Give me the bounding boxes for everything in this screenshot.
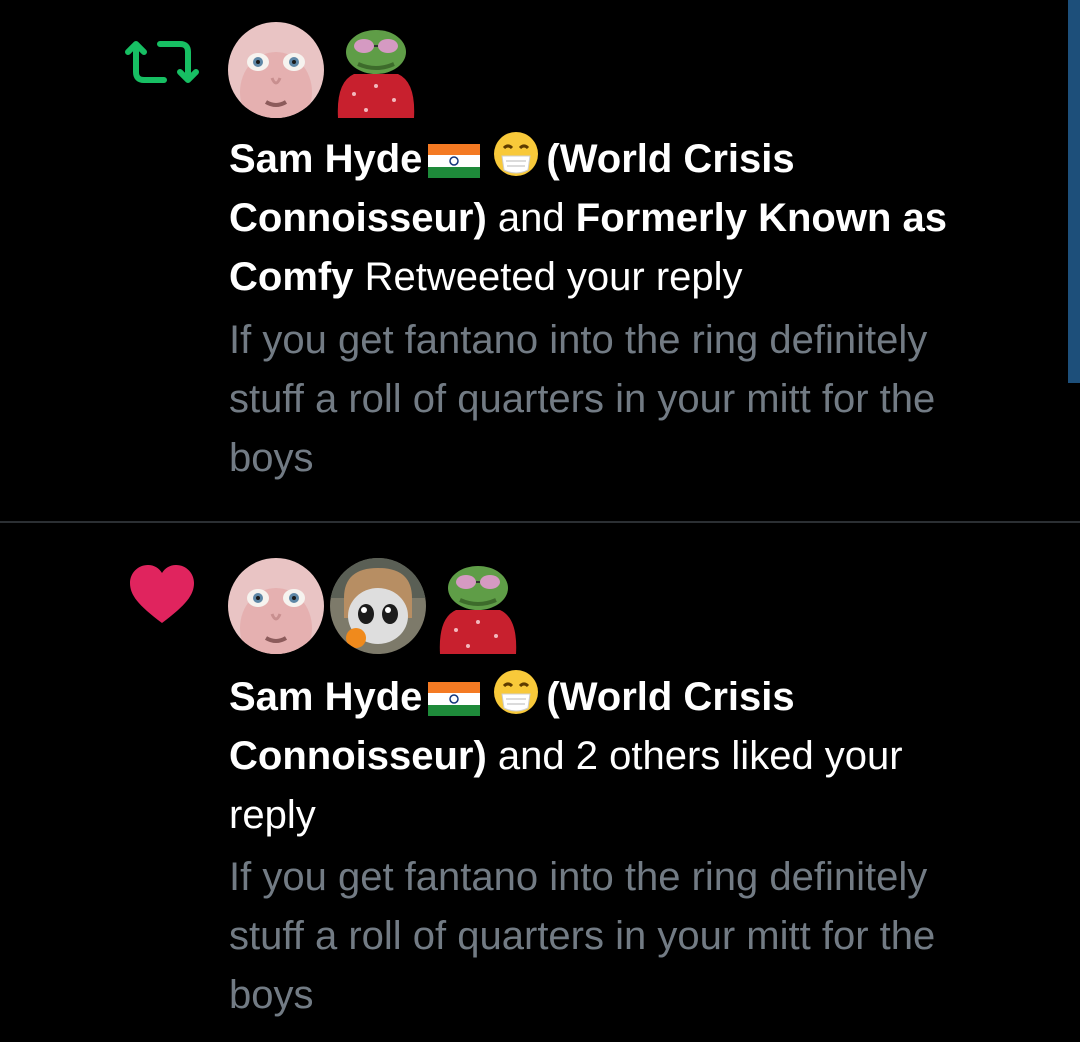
face-avatar[interactable] [228, 22, 324, 118]
notification-summary: Sam Hyde (World Crisis Connoisseur) and 2… [229, 668, 1059, 845]
tweet-line: stuff a roll of quarters in your mitt fo… [229, 377, 936, 421]
notification-summary: Sam Hyde (World Crisis Connoisseur) and F… [229, 130, 1059, 307]
second-actor-name-2[interactable]: Comfy [229, 255, 353, 299]
india-flag-icon [428, 682, 481, 716]
mask-face-icon [492, 668, 540, 716]
notifications-screen: Sam Hyde (World Crisis Connoisseur) and F… [0, 0, 1080, 1042]
actor-name-suffix-2[interactable]: Connoisseur) [229, 196, 487, 240]
tweet-line: If you get fantano into the ring definit… [229, 318, 928, 362]
connector-text: and [497, 196, 565, 240]
anime-avatar[interactable] [330, 558, 426, 654]
india-flag-icon [428, 144, 481, 178]
notification-retweet[interactable]: Sam Hyde (World Crisis Connoisseur) and F… [0, 0, 1080, 522]
second-actor-name[interactable]: Formerly Known as [576, 196, 947, 240]
action-text: Retweeted your reply [364, 255, 743, 299]
tweet-preview[interactable]: If you get fantano into the ring definit… [229, 848, 1059, 1025]
heart-icon [122, 553, 202, 633]
actor-name[interactable]: Sam Hyde [229, 675, 422, 719]
mask-face-icon [492, 130, 540, 178]
avatar-group [228, 556, 528, 656]
retweet-icon [122, 22, 202, 102]
avatar-group [228, 20, 426, 120]
notification-like[interactable]: Sam Hyde (World Crisis Connoisseur) and 2… [0, 523, 1080, 1042]
actor-name-suffix[interactable]: (World Crisis [546, 675, 794, 719]
actor-name[interactable]: Sam Hyde [229, 137, 422, 181]
tweet-line: stuff a roll of quarters in your mitt fo… [229, 914, 936, 958]
tweet-preview[interactable]: If you get fantano into the ring definit… [229, 311, 1059, 488]
action-text: and 2 others liked your [497, 734, 903, 778]
actor-name-suffix-2[interactable]: Connoisseur) [229, 734, 487, 778]
tweet-line: boys [229, 436, 314, 480]
action-text-2: reply [229, 793, 316, 837]
pepe-avatar[interactable] [330, 22, 420, 118]
actor-name-suffix[interactable]: (World Crisis [546, 137, 794, 181]
tweet-line: boys [229, 973, 314, 1017]
tweet-line: If you get fantano into the ring definit… [229, 855, 928, 899]
pepe-avatar[interactable] [432, 558, 522, 654]
face-avatar[interactable] [228, 558, 324, 654]
